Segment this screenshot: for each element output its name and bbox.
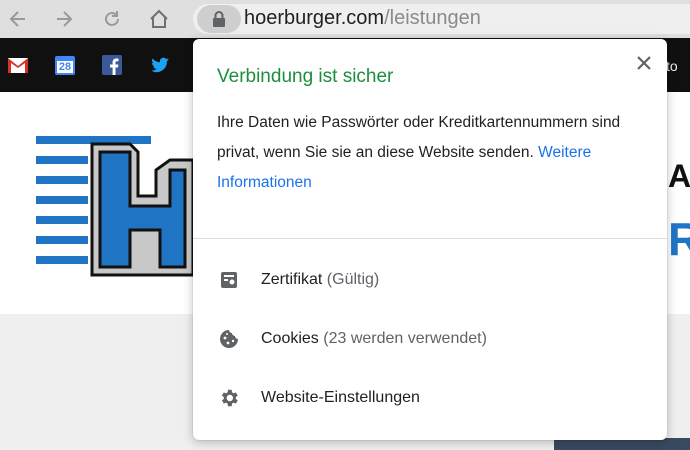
company-logo (30, 130, 200, 285)
popup-description: Ihre Daten wie Passwörter oder Kreditkar… (217, 108, 647, 198)
reload-button[interactable] (100, 7, 124, 31)
arrow-left-icon (9, 11, 25, 27)
bookmark-truncated-label[interactable]: to (666, 58, 678, 74)
gmail-icon (8, 58, 28, 73)
facebook-bookmark[interactable] (101, 54, 123, 76)
popup-title: Verbindung ist sicher (217, 66, 394, 87)
site-settings-row[interactable]: Website-Einstellungen (193, 373, 667, 423)
cookies-row[interactable]: Cookies (23 werden verwendet) (193, 314, 667, 364)
twitter-bookmark[interactable] (149, 54, 171, 76)
facebook-icon (102, 55, 122, 75)
page-heading-fragment: AU (668, 158, 690, 194)
url-host: hoerburger.com (244, 7, 385, 29)
url-path: /leistungen (384, 7, 481, 29)
close-button[interactable] (632, 51, 656, 75)
calendar-bookmark[interactable]: 28 (54, 54, 76, 76)
cookies-label: Cookies (23 werden verwendet) (261, 330, 487, 348)
logo-graphic (36, 136, 195, 277)
certificate-label-text: Zertifikat (261, 271, 323, 288)
site-info-button[interactable] (197, 5, 241, 33)
certificate-icon (217, 268, 241, 292)
home-button[interactable] (147, 7, 171, 31)
close-icon (637, 56, 651, 70)
calendar-day: 28 (58, 61, 72, 73)
twitter-icon (151, 57, 169, 73)
cookie-icon (217, 327, 241, 351)
arrow-right-icon (57, 11, 73, 27)
site-settings-label: Website-Einstellungen (261, 389, 420, 406)
divider (193, 238, 667, 239)
certificate-label: Zertifikat (Gültig) (261, 271, 379, 289)
certificate-row[interactable]: Zertifikat (Gültig) (193, 255, 667, 305)
cookies-label-text: Cookies (261, 330, 319, 347)
home-icon (150, 9, 168, 28)
gmail-bookmark[interactable] (7, 54, 29, 76)
certificate-status: (Gültig) (326, 271, 380, 288)
cookies-count: (23 werden verwendet) (323, 330, 487, 347)
url-text[interactable]: hoerburger.com/leistungen (244, 7, 481, 29)
page-heading-fragment-blue: R (668, 213, 690, 265)
back-button[interactable] (6, 7, 30, 31)
lock-icon (213, 11, 225, 27)
gear-icon (217, 386, 241, 410)
reload-icon (105, 11, 119, 26)
site-security-popup: Verbindung ist sicher Ihre Daten wie Pas… (193, 39, 667, 440)
forward-button[interactable] (52, 7, 76, 31)
